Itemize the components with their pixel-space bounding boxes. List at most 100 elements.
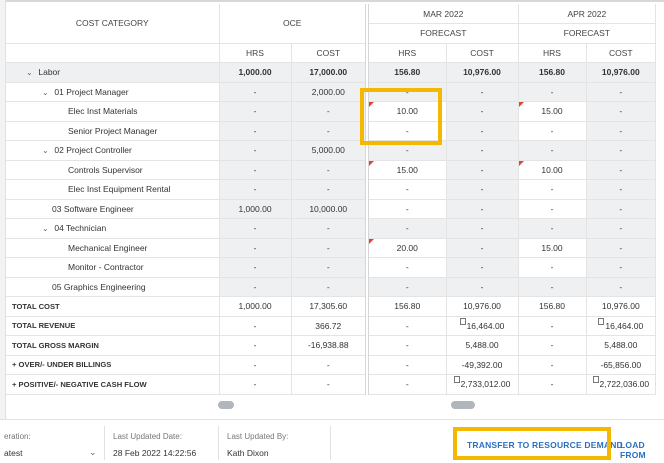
updated-date-label: Last Updated Date: [113,432,182,441]
table-row: Monitor - Contractor - - - - - - [6,257,657,278]
chevron-down-icon[interactable]: ⌄ [26,68,36,77]
document-icon[interactable] [453,376,460,384]
version-label: eration: [4,432,31,441]
cell: - [291,355,369,375]
document-icon[interactable] [592,376,599,384]
editable-hours-cell[interactable]: 10.00 [367,101,447,122]
document-icon[interactable] [598,317,605,325]
cell: - [219,82,292,102]
editable-hours-cell[interactable]: 20.00 [367,238,447,258]
row-label[interactable]: ⌄ 01 Project Manager [6,82,220,102]
table-row: ⌄ 04 Technician - - - - - - [6,218,657,239]
cell: 5,000.00 [291,140,369,161]
transfer-to-resource-demand-button[interactable]: TRANSFER TO RESOURCE DEMAND [467,440,623,450]
cell: 2,733,012.00 [446,374,519,395]
left-pane-scroll-thumb[interactable] [218,401,234,409]
editable-hours-cell[interactable]: 10.00 [518,160,587,180]
row-label[interactable]: ⌄ 04 Technician [6,218,220,239]
cell: - [219,316,292,336]
cell: 2,000.00 [291,82,369,102]
cell: - [367,140,447,161]
cell: 17,305.60 [291,296,369,317]
cell: - [291,218,369,239]
cell: - [586,199,657,219]
cell: - [219,238,292,258]
updated-by-value: Kath Dixon [227,448,269,458]
document-icon[interactable] [459,317,466,325]
chevron-down-icon[interactable]: ⌄ [42,224,52,233]
cell: - [219,218,292,239]
editable-hours-cell[interactable]: - [367,179,447,200]
updated-by-label: Last Updated By: [227,432,289,441]
cell: 10,976.00 [586,62,657,83]
row-label[interactable]: ⌄ Labor [6,62,220,83]
total-row: + POSITIVE/- NEGATIVE CASH FLOW - - - 2,… [6,374,657,395]
total-label: TOTAL GROSS MARGIN [6,335,220,356]
header-apr-cost: COST [586,43,657,63]
cell: 1,000.00 [219,296,292,317]
table-row: Elec Inst Materials - - 10.00 - 15.00 - [6,101,657,122]
table-row: ⌄ 02 Project Controller - 5,000.00 - - -… [6,140,657,161]
load-from-button[interactable]: LOAD FROM [620,440,664,460]
cell: - [586,277,657,297]
cell: - [367,277,447,297]
cell: - [219,355,292,375]
cell: - [586,257,657,278]
editable-hours-cell[interactable]: - [367,257,447,278]
cell: - [219,101,292,122]
grid-top-border [0,0,664,2]
table-row: Senior Project Manager - - - - - - [6,121,657,141]
version-value[interactable]: atest [4,448,31,458]
editable-hours-cell[interactable]: - [518,257,587,278]
header-forecast-mar: FORECAST [367,23,519,44]
header-oce: OCE [219,4,369,44]
cell: - [291,101,369,122]
editable-hours-cell[interactable]: - [367,121,447,141]
cell: - [586,218,657,239]
cell: - [367,335,447,356]
right-pane-scroll-thumb[interactable] [451,401,475,409]
cell: - [367,316,447,336]
chevron-down-icon[interactable]: ⌄ [89,447,97,458]
table-row: ⌄ 01 Project Manager - 2,000.00 - - - - [6,82,657,102]
table-row: 05 Graphics Engineering - - - - - - [6,277,657,297]
cell: - [291,238,369,258]
footer-bar: eration: atest ⌄ Last Updated Date: 28 F… [0,420,664,463]
editable-hours-cell[interactable]: 15.00 [367,160,447,180]
editable-hours-cell[interactable]: 15.00 [518,101,587,122]
chevron-down-icon[interactable]: ⌄ [42,88,52,97]
cell: 16,464.00 [446,316,519,336]
cell: 1,000.00 [219,199,292,219]
cell: - [586,101,657,122]
chevron-down-icon[interactable]: ⌄ [42,146,52,155]
cell: - [446,121,519,141]
version-field[interactable]: eration: atest [4,432,31,458]
cell: - [518,355,587,375]
editable-hours-cell[interactable]: - [518,199,587,219]
forecast-table: COST CATEGORY OCE MAR 2022 APR 2022 FORE… [6,4,657,395]
total-label: TOTAL COST [6,296,220,317]
cell: - [446,277,519,297]
cell: - [586,238,657,258]
updated-date-field: Last Updated Date: 28 Feb 2022 14:22:56 [113,432,196,458]
cell: - [446,101,519,122]
editable-hours-cell[interactable]: - [367,199,447,219]
cell: - [446,179,519,200]
cell: - [219,121,292,141]
total-row: + OVER/- UNDER BILLINGS - - - -49,392.00… [6,355,657,375]
cell: 156.80 [367,296,447,317]
cell: - [219,277,292,297]
cell: -49,392.00 [446,355,519,375]
header-oce-cost: COST [291,43,369,63]
cell: - [219,257,292,278]
editable-hours-cell[interactable]: - [518,121,587,141]
header-mar-cost: COST [446,43,519,63]
row-label[interactable]: ⌄ 02 Project Controller [6,140,220,161]
total-label: TOTAL REVENUE [6,316,220,336]
header-cost-category: COST CATEGORY [6,4,220,44]
editable-hours-cell[interactable]: - [518,179,587,200]
cell: - [446,218,519,239]
editable-hours-cell[interactable]: 15.00 [518,238,587,258]
cell: - [518,140,587,161]
cell: - [446,238,519,258]
